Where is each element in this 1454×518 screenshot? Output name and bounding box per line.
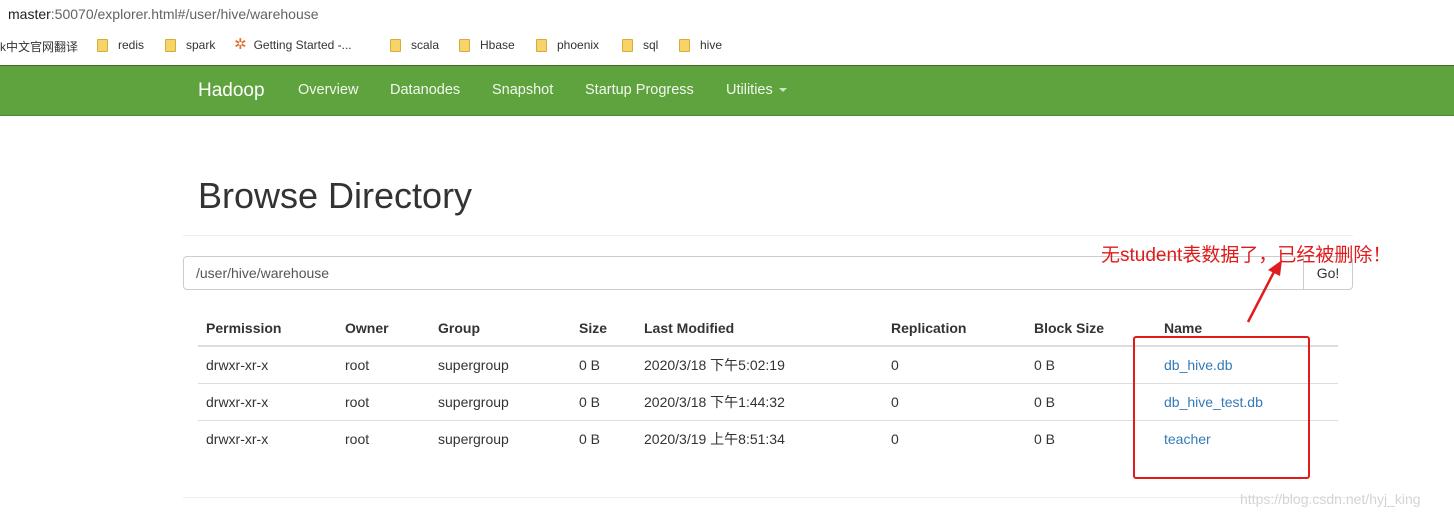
bookmark-label: k中文官网翻译	[0, 40, 79, 54]
bookmark-hbase[interactable]: Hbase	[459, 38, 515, 52]
header-size[interactable]: Size	[571, 309, 636, 347]
cell-group: supergroup	[430, 419, 571, 457]
header-replication[interactable]: Replication	[883, 309, 1026, 347]
cell-last-modified: 2020/3/18 下午1:44:32	[636, 382, 883, 420]
folder-icon	[536, 38, 547, 52]
cell-size: 0 B	[571, 419, 636, 457]
bookmark-label: phoenix	[557, 38, 600, 52]
annotation-highlight-box	[1133, 336, 1310, 479]
bookmark-label: spark	[186, 38, 216, 52]
header-group[interactable]: Group	[430, 309, 571, 347]
nav-utilities-label: Utilities	[726, 82, 773, 98]
bookmark-label: Hbase	[480, 38, 515, 52]
bookmark-getting-started[interactable]: ✲ Getting Started -...	[234, 36, 352, 53]
annotation-arrow-icon	[1246, 260, 1282, 323]
nav-datanodes[interactable]: Datanodes	[390, 82, 460, 98]
address-bar[interactable]: master:50070/explorer.html#/user/hive/wa…	[0, 0, 1454, 28]
folder-icon	[679, 38, 690, 52]
url-text[interactable]: master:50070/explorer.html#/user/hive/wa…	[8, 6, 319, 22]
hadoop-navbar: Hadoop Overview Datanodes Snapshot Start…	[0, 65, 1454, 116]
header-permission[interactable]: Permission	[198, 309, 337, 347]
divider	[183, 497, 1353, 498]
cell-owner: root	[337, 382, 430, 420]
bookmark-label: Getting Started -...	[253, 38, 352, 52]
cell-replication: 0	[883, 382, 1026, 420]
bookmark-label: hive	[700, 38, 723, 52]
bookmark-hive[interactable]: hive	[679, 38, 722, 52]
cell-permission: drwxr-xr-x	[198, 382, 337, 420]
navbar-brand[interactable]: Hadoop	[198, 80, 265, 102]
cell-replication: 0	[883, 419, 1026, 457]
cell-size: 0 B	[571, 382, 636, 420]
bookmarks-bar: k中文官网翻译 redis spark ✲ Getting Started -.…	[0, 28, 1454, 64]
bookmark-label: sql	[643, 38, 659, 52]
bookmark-redis[interactable]: redis	[97, 38, 144, 52]
folder-icon	[459, 38, 470, 52]
nav-snapshot[interactable]: Snapshot	[492, 82, 553, 98]
star-icon: ✲	[234, 36, 247, 53]
bookmark-spark[interactable]: spark	[165, 38, 215, 52]
cell-size: 0 B	[579, 356, 601, 373]
caret-down-icon	[778, 88, 787, 93]
nav-overview[interactable]: Overview	[298, 82, 358, 98]
folder-icon	[390, 38, 401, 52]
page-title: Browse Directory	[198, 175, 473, 216]
cell-group: supergroup	[430, 382, 571, 420]
cell-owner: root	[337, 419, 430, 457]
header-last-modified[interactable]: Last Modified	[636, 309, 883, 347]
bookmark-scala[interactable]: scala	[390, 38, 439, 52]
cell-permission: drwxr-xr-x	[206, 356, 269, 373]
folder-icon	[622, 38, 633, 52]
cell-permission: drwxr-xr-x	[198, 419, 337, 457]
bookmark-translate[interactable]: k中文官网翻译	[0, 38, 78, 55]
cell-owner: root	[345, 356, 370, 373]
bookmark-sql[interactable]: sql	[622, 38, 658, 52]
header-owner[interactable]: Owner	[337, 309, 430, 347]
divider	[183, 235, 1353, 236]
folder-icon	[97, 38, 108, 52]
cell-replication: 0	[891, 356, 899, 373]
watermark: https://blog.csdn.net/hyj_king	[1240, 491, 1421, 507]
bookmark-label: redis	[118, 38, 145, 52]
cell-group: supergroup	[438, 356, 509, 373]
folder-icon	[165, 38, 176, 52]
url-path: :50070/explorer.html#/user/hive/warehous…	[50, 6, 319, 22]
url-host: master	[8, 6, 51, 22]
nav-utilities[interactable]: Utilities	[726, 82, 787, 98]
bookmark-phoenix[interactable]: phoenix	[536, 38, 599, 52]
bookmark-label: scala	[411, 38, 440, 52]
cell-last-modified: 2020/3/19 上午8:51:34	[636, 419, 883, 457]
cell-last-modified: 2020/3/18 下午5:02:19	[644, 356, 785, 373]
nav-startup-progress[interactable]: Startup Progress	[585, 82, 694, 98]
